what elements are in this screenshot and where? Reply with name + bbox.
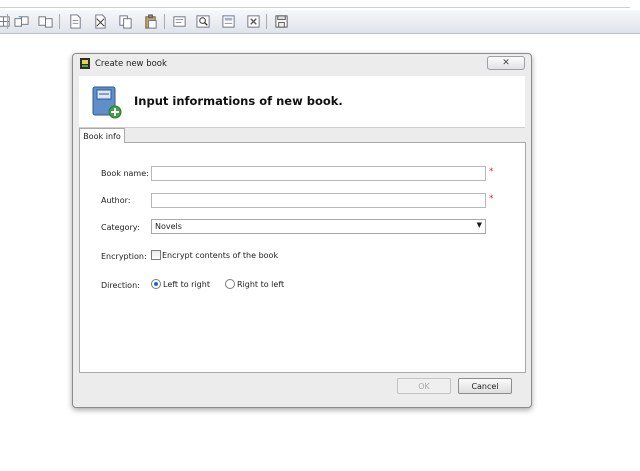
dialog-footer: OK Cancel [79, 372, 525, 402]
category-value: Novels [155, 222, 182, 231]
grid-icon[interactable] [0, 13, 12, 30]
save-icon[interactable] [272, 13, 290, 30]
zoom-icon[interactable] [194, 13, 212, 30]
direction-label: Direction: [101, 281, 140, 290]
delete-icon[interactable] [244, 13, 262, 30]
category-select[interactable]: Novels ▼ [151, 219, 486, 234]
copy-alt-icon[interactable] [36, 13, 54, 30]
encrypt-checkbox-label[interactable]: Encrypt contents of the book [162, 251, 278, 260]
properties-icon[interactable] [219, 13, 237, 30]
toolbar-separator [266, 14, 267, 29]
preview-icon[interactable] [170, 13, 188, 30]
divider [0, 7, 630, 8]
book-name-input[interactable] [151, 166, 486, 181]
radio-left-to-right-label[interactable]: Left to right [163, 280, 210, 289]
banner-heading: Input informations of new book. [134, 94, 343, 108]
cancel-button[interactable]: Cancel [458, 378, 512, 394]
required-mark: * [489, 167, 494, 177]
toolbar-separator [164, 14, 165, 29]
document-icon[interactable] [66, 13, 84, 30]
radio-left-to-right[interactable] [151, 279, 161, 289]
author-input[interactable] [151, 193, 486, 208]
dialog-title: Create new book [95, 59, 167, 69]
toolbar-separator [59, 14, 60, 29]
category-label: Category: [101, 223, 140, 232]
encrypt-checkbox[interactable] [151, 250, 161, 260]
copy-icon[interactable] [12, 13, 30, 30]
paste-icon[interactable] [141, 13, 159, 30]
tab-book-info[interactable]: Book info [79, 128, 125, 143]
new-book-icon [92, 86, 122, 119]
dialog-titlebar[interactable]: Create new book ✕ [73, 54, 531, 74]
cut-icon[interactable] [91, 13, 109, 30]
ok-button[interactable]: OK [397, 378, 451, 394]
close-button[interactable]: ✕ [487, 56, 525, 70]
required-mark: * [489, 194, 494, 204]
create-book-dialog: Create new book ✕ Input informations of … [72, 53, 532, 408]
encryption-label: Encryption: [101, 252, 147, 261]
copy-pages-icon[interactable] [116, 13, 134, 30]
toolbar [0, 10, 640, 34]
window-top-strip [0, 0, 640, 9]
chevron-down-icon: ▼ [476, 221, 482, 229]
radio-right-to-left[interactable] [225, 279, 235, 289]
author-label: Author: [101, 196, 131, 205]
app-icon [80, 58, 90, 69]
book-name-label: Book name: [101, 169, 149, 178]
radio-right-to-left-label[interactable]: Right to left [237, 280, 284, 289]
toolbar-separator [7, 14, 8, 29]
close-icon: ✕ [502, 58, 510, 68]
book-info-panel: Book name: * Author: * Category: Novels … [79, 142, 526, 373]
dialog-banner: Input informations of new book. [79, 76, 525, 128]
